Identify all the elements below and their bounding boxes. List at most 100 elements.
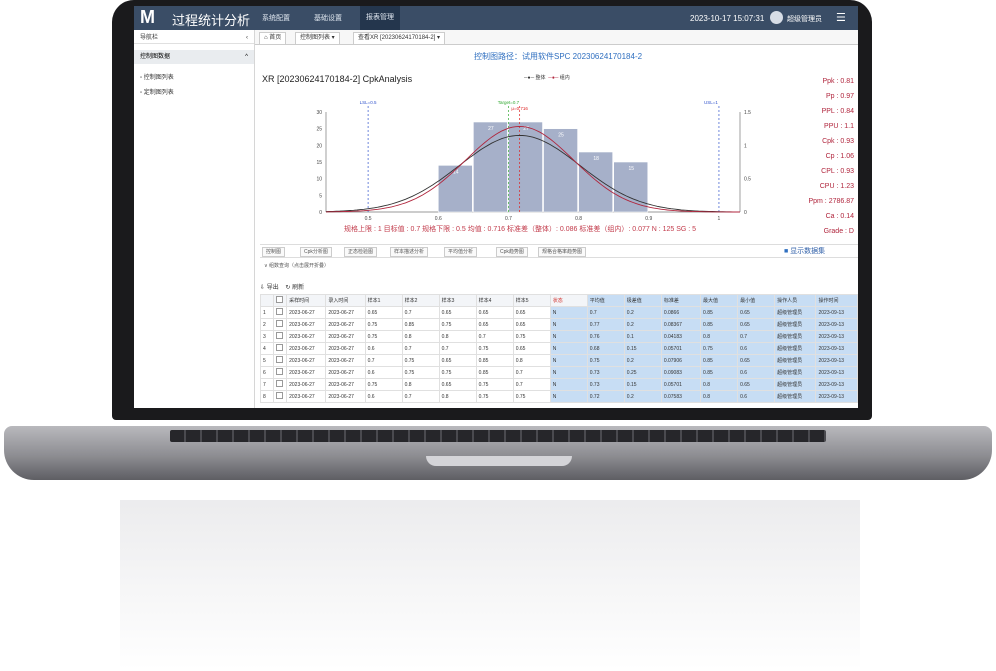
select-all-checkbox[interactable]	[273, 294, 288, 307]
table-cell: 0.73	[586, 366, 625, 379]
btn-cpk-trend[interactable]: Cpk趋势图	[496, 247, 528, 257]
table-cell: 0.75	[475, 390, 514, 403]
table-cell: 超级管理员	[774, 354, 817, 367]
reference-line-label: μ=0.716	[511, 106, 528, 111]
table-row[interactable]: 2 2023-06-27 2023-06-27 0.75 0.85 0.75 0.65 0.6…	[259, 318, 858, 331]
tab-control-chart-list[interactable]: 控制图列表 ▾	[295, 32, 340, 45]
table-row[interactable]: 6 2023-06-27 2023-06-27 0.6 0.75 0.75 0.85 0.7 N…	[259, 366, 858, 379]
x-tick: 0.6	[435, 216, 442, 222]
tab-label: 查看XR [20230624170184-2]	[358, 35, 436, 41]
table-cell: N	[549, 330, 588, 343]
show-dataset-toggle[interactable]: ■ 显示数据集	[784, 246, 825, 256]
table-cell: 0.75	[364, 330, 403, 343]
table-cell: 0.6	[364, 390, 403, 403]
table-row[interactable]: 8 2023-06-27 2023-06-27 0.6 0.7 0.8 0.75 0.75 N 0…	[259, 390, 858, 403]
table-cell: 2023-06-27	[325, 378, 366, 391]
hamburger-icon[interactable]: ☰	[836, 11, 846, 24]
table-row[interactable]: 1 2023-06-27 2023-06-27 0.65 0.7 0.65 0.65 0.65…	[259, 306, 858, 319]
btn-cpk-analysis[interactable]: Cpk分析图	[300, 247, 332, 257]
bar-label: 25	[558, 133, 564, 139]
table-cell: 0.04183	[660, 330, 702, 343]
table-cell: 0.8	[700, 378, 739, 391]
table-cell: 0.6	[737, 342, 776, 355]
table-header-cell: 标准差	[660, 294, 702, 307]
stat-ppk: Ppk : 0.81	[822, 78, 854, 85]
table-cell: 0.85	[475, 354, 514, 367]
row-checkbox[interactable]	[273, 330, 288, 343]
row-checkbox[interactable]	[273, 378, 288, 391]
table-cell: 0.65	[438, 378, 477, 391]
table-header-cell: 采样时间	[286, 294, 327, 307]
row-checkbox[interactable]	[273, 354, 288, 367]
row-index: 1	[259, 306, 275, 319]
table-row[interactable]: 4 2023-06-27 2023-06-27 0.6 0.7 0.7 0.75 0.65 N 0…	[259, 342, 858, 355]
table-cell: 超级管理员	[774, 342, 817, 355]
export-button[interactable]: ⇩ 导出	[260, 285, 279, 291]
nav-system-config[interactable]: 系统配置	[262, 13, 290, 23]
table-cell: 0.2	[623, 354, 662, 367]
group-query-collapse[interactable]: ∨ 组数查询（点击展开折叠）	[264, 262, 329, 269]
table-cell: 0.85	[700, 306, 739, 319]
table-cell: 0.7	[364, 354, 403, 367]
x-tick: 1	[718, 216, 721, 222]
table-cell: 0.75	[586, 354, 625, 367]
row-checkbox[interactable]	[273, 306, 288, 319]
table-cell: 0.6	[737, 390, 776, 403]
table-cell: 0.7	[512, 378, 551, 391]
table-cell: N	[549, 342, 588, 355]
table-cell: N	[549, 318, 588, 331]
user-name[interactable]: 超级管理员	[787, 14, 822, 24]
spec-summary: 规格上限 : 1 目标值 : 0.7 规格下限 : 0.5 均值 : 0.716…	[344, 226, 697, 233]
table-cell: 0.75	[475, 342, 514, 355]
btn-sample-description[interactable]: 样本描述分析	[390, 247, 429, 257]
row-checkbox[interactable]	[273, 342, 288, 355]
table-cell: 0.77	[586, 318, 625, 331]
table-cell: 0.15	[623, 342, 662, 355]
table-header-cell: 样本3	[438, 294, 477, 307]
btn-pass-rate-trend[interactable]: 规格合格率趋势图	[538, 247, 587, 257]
table-cell: 0.75	[512, 390, 551, 403]
row-checkbox[interactable]	[273, 390, 288, 403]
btn-mean-analysis[interactable]: 平均值分析	[444, 247, 478, 257]
sidebar-group-label: 控制图数据	[140, 54, 171, 60]
table-row[interactable]: 3 2023-06-27 2023-06-27 0.75 0.8 0.8 0.7 0.75 N 0…	[259, 330, 858, 343]
sidebar: 导航栏 ‹ 控制图数据 ^ ▫ 控制图列表 ▫ 定制图列表	[134, 30, 255, 408]
table-header-cell: 最大值	[700, 294, 739, 307]
table-cell: 2023-06-27	[325, 330, 366, 343]
analysis-toolbar: 控制图 Cpk分析图 正态检验图 样本描述分析 平均值分析 Cpk趋势图 规格合…	[260, 244, 858, 258]
table-header-cell: 样本4	[475, 294, 514, 307]
table-cell: 2023-09-13	[815, 330, 858, 343]
row-checkbox[interactable]	[273, 366, 288, 379]
table-row[interactable]: 5 2023-06-27 2023-06-27 0.7 0.75 0.65 0.85 0.8 N…	[259, 354, 858, 367]
btn-normality-test[interactable]: 正态检验图	[344, 247, 378, 257]
table-header-cell: 最小值	[737, 294, 776, 307]
y-tick-right: 0.5	[744, 177, 751, 183]
table-cell: 0.15	[623, 378, 662, 391]
bar-label: 18	[593, 156, 599, 162]
table-cell: 0.65	[438, 354, 477, 367]
table-cell: 0.8	[512, 354, 551, 367]
table-cell: 0.76	[586, 330, 625, 343]
sidebar-item-label: 控制图列表	[143, 75, 174, 81]
sidebar-item-control-chart-list[interactable]: ▫ 控制图列表	[140, 72, 174, 81]
btn-control-chart[interactable]: 控制图	[262, 247, 286, 257]
tab-home[interactable]: ⌂ 首页	[259, 32, 287, 45]
table-cell: 0.85	[700, 366, 739, 379]
nav-report-management[interactable]: 报表管理	[360, 6, 400, 30]
row-checkbox[interactable]	[273, 318, 288, 331]
stat-ppl: PPL : 0.84	[821, 108, 854, 115]
nav-basic-settings[interactable]: 基础设置	[314, 13, 342, 23]
table-cell: 0.65	[737, 354, 776, 367]
table-cell: 0.8	[438, 390, 477, 403]
logo-mark: M	[140, 7, 155, 27]
refresh-button[interactable]: ↻ 刷新	[285, 285, 304, 291]
sidebar-group-control-data[interactable]: 控制图数据 ^	[134, 50, 254, 64]
stat-ppm: Ppm : 2786.87	[808, 198, 854, 205]
table-row[interactable]: 7 2023-06-27 2023-06-27 0.75 0.8 0.65 0.75 0.7 N…	[259, 378, 858, 391]
sidebar-item-custom-chart-list[interactable]: ▫ 定制图列表	[140, 87, 174, 96]
collapse-sidebar-icon[interactable]: ‹	[246, 32, 254, 44]
table-cell: 0.05701	[660, 378, 702, 391]
table-cell: 0.65	[438, 306, 477, 319]
tab-view-xr[interactable]: 查看XR [20230624170184-2] ▾	[353, 32, 446, 45]
avatar[interactable]	[770, 11, 783, 24]
